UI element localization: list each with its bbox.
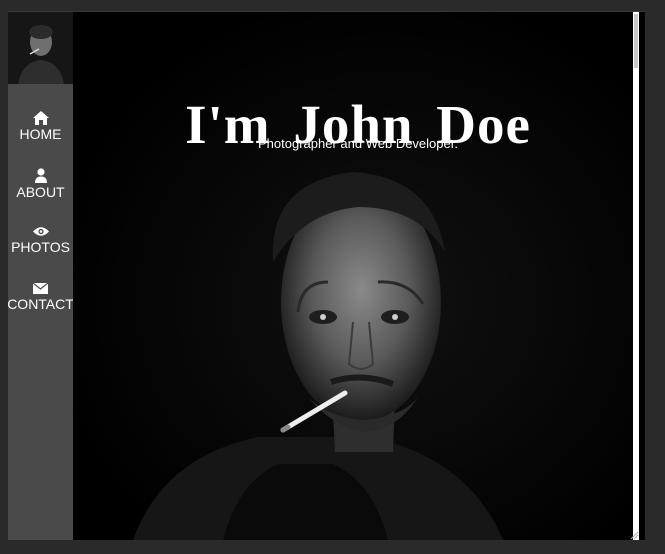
- user-icon: [34, 168, 47, 183]
- sidebar-item-contact[interactable]: CONTACT: [8, 255, 74, 312]
- sidebar-item-label: HOME: [19, 126, 62, 142]
- avatar: [8, 12, 73, 84]
- sidebar-item-photos[interactable]: PHOTOS: [8, 198, 73, 255]
- eye-icon: [32, 225, 49, 238]
- home-icon: [32, 111, 49, 125]
- sidebar: HOME ABOUT PHOTOS CONTACT: [8, 12, 74, 540]
- scrollbar-thumb[interactable]: [634, 14, 638, 68]
- envelope-icon: [33, 282, 48, 295]
- page-subtitle: Photographer and Web Developer.: [258, 136, 458, 151]
- sidebar-item-about[interactable]: ABOUT: [8, 141, 73, 200]
- browser-frame: HOME ABOUT PHOTOS CONTACT I'm John Doe P…: [8, 11, 645, 540]
- hero-portrait-image: [73, 12, 639, 540]
- sidebar-item-label: CONTACT: [8, 296, 74, 312]
- sidebar-item-home[interactable]: HOME: [8, 84, 73, 142]
- sidebar-item-label: ABOUT: [16, 184, 65, 200]
- sidebar-item-label: PHOTOS: [11, 239, 70, 255]
- vertical-scrollbar[interactable]: [633, 12, 639, 540]
- hero-section: I'm John Doe Photographer and Web Develo…: [73, 12, 639, 540]
- resize-grip-icon[interactable]: [629, 530, 639, 540]
